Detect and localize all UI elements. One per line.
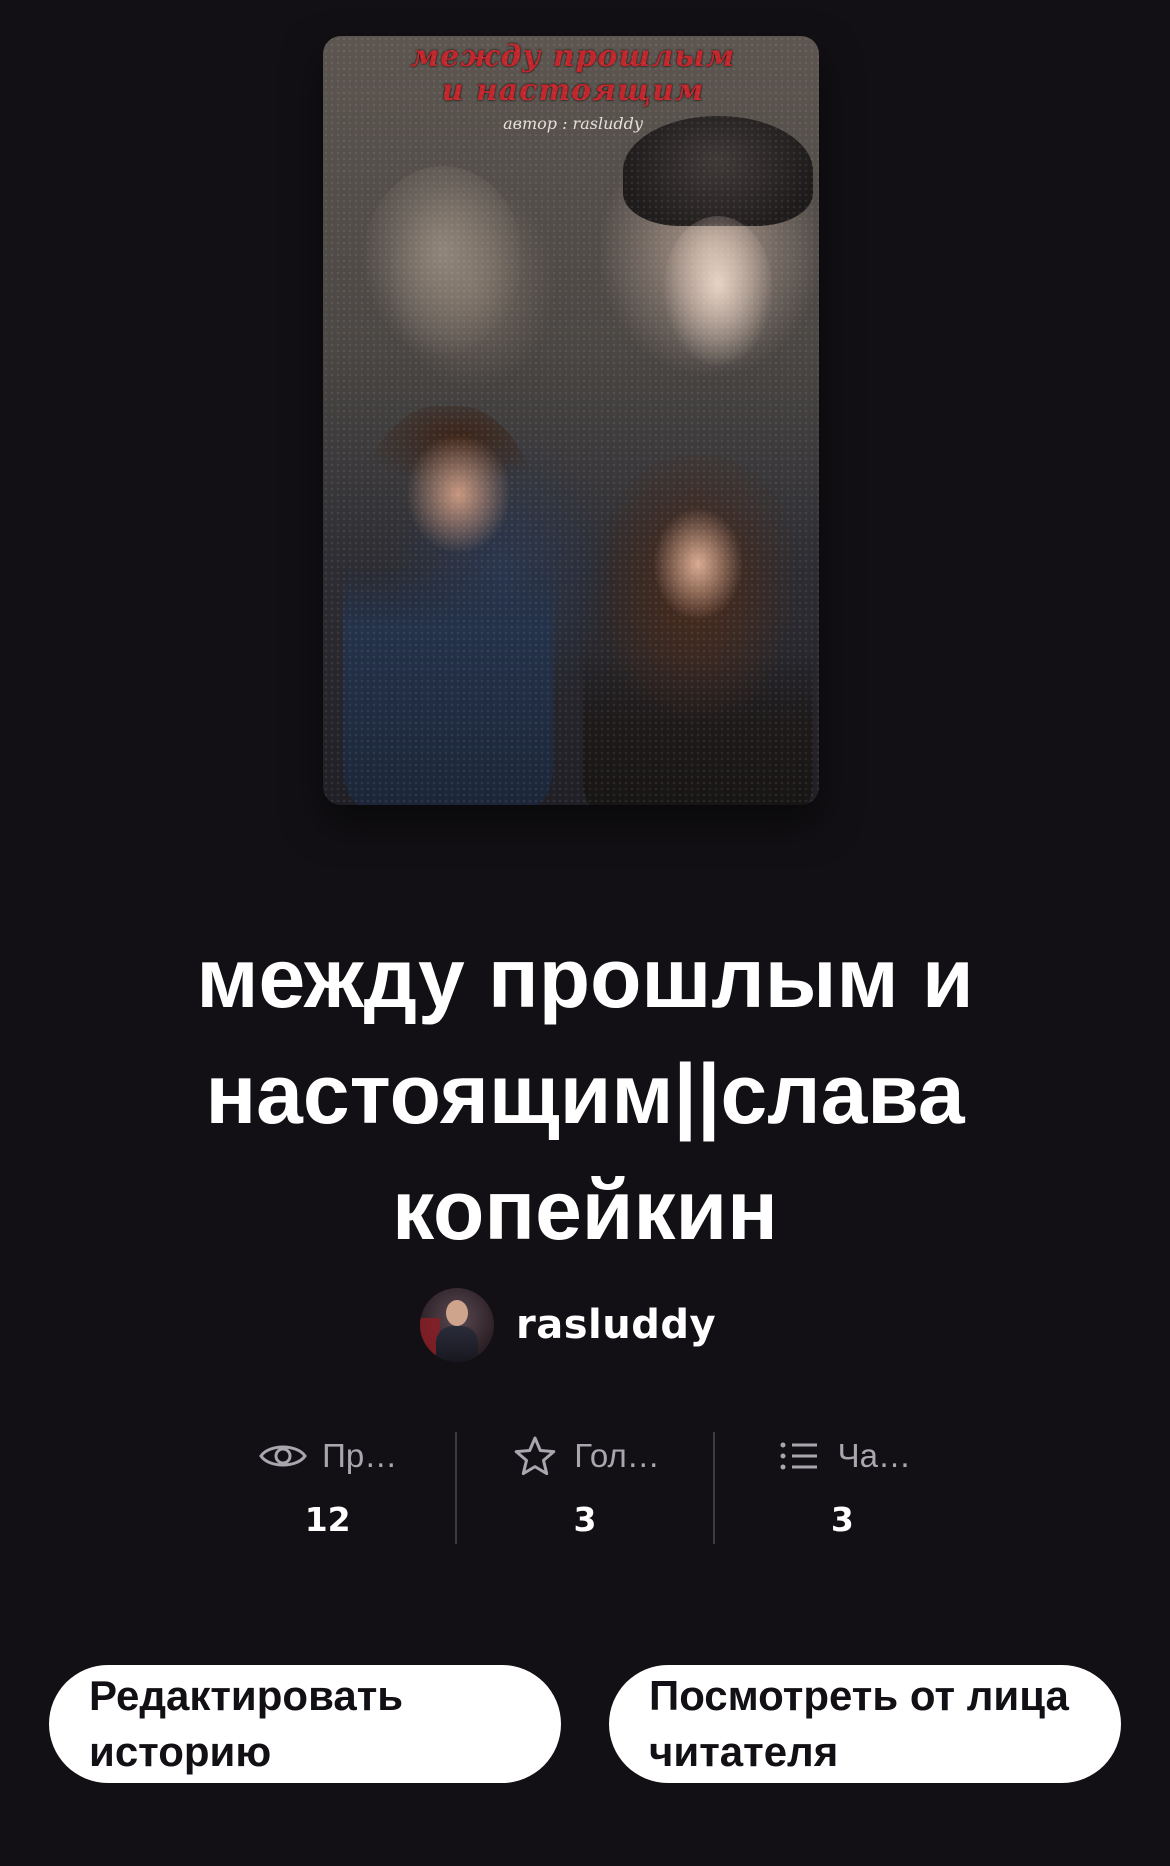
story-title: между прошлым и настоящим||слава копейки… [196,931,974,1257]
stat-reads: Пр… 12 [200,1432,455,1544]
stat-reads-value: 12 [304,1500,351,1539]
cover-author-line: автор : rasluddy [503,114,643,133]
edit-story-button-label: Редактировать историю [89,1672,404,1775]
stat-reads-head: Пр… [258,1432,397,1480]
story-stats: Пр… 12 Гол… 3 Ча… 3 [200,1432,970,1544]
stat-parts: Ча… 3 [715,1432,970,1544]
cover-face-left [363,166,523,356]
cover-boy-figure [343,406,553,805]
stat-votes: Гол… 3 [457,1432,712,1544]
cover-face-right [663,216,773,366]
author-name: rasluddy [516,1302,717,1348]
eye-icon [258,1432,308,1480]
stat-votes-head: Гол… [510,1432,660,1480]
cover-title-line-2: и настоящим [441,73,705,108]
reader-preview-button-label: Посмотреть от лица читателя [649,1672,1069,1775]
edit-story-button[interactable]: Редактировать историю [49,1665,561,1783]
story-cover[interactable]: между прошлым и настоящим автор : raslud… [323,36,819,805]
cover-title: между прошлым и настоящим [393,40,753,108]
avatar-face [446,1300,468,1326]
cover-girl-figure [583,456,813,805]
stat-parts-value: 3 [830,1500,854,1539]
avatar [420,1288,494,1362]
list-icon [774,1432,824,1480]
stat-votes-value: 3 [573,1500,597,1539]
star-icon [510,1432,560,1480]
stat-reads-label: Пр… [322,1437,398,1474]
reader-preview-button[interactable]: Посмотреть от лица читателя [609,1665,1121,1783]
stat-parts-label: Ча… [837,1437,911,1474]
stat-parts-head: Ча… [774,1432,911,1480]
avatar-body [436,1326,478,1362]
stat-votes-label: Гол… [574,1437,660,1474]
author-link[interactable]: rasluddy [420,1287,716,1363]
cover-title-line-1: между прошлым [410,39,736,74]
